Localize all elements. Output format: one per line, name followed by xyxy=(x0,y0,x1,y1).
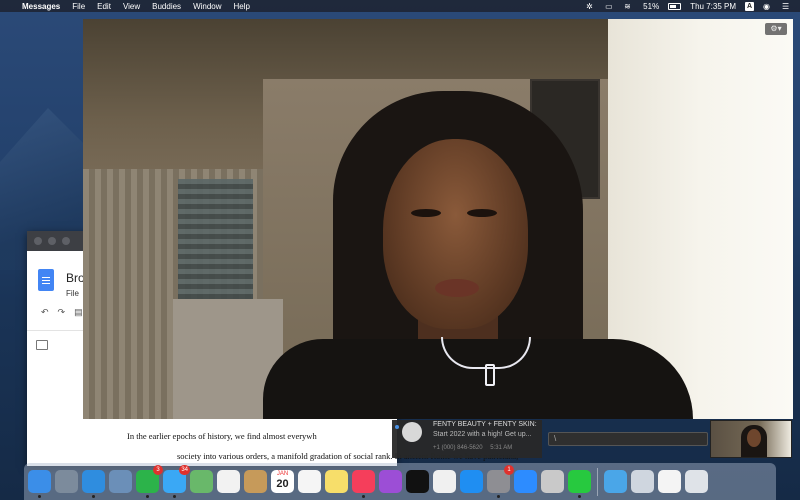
participant-pendant xyxy=(485,364,495,386)
facetime-icon[interactable]: 3 xyxy=(136,465,163,498)
gear-icon[interactable]: ⚙▾ xyxy=(765,23,787,35)
notification-badge: 1 xyxy=(504,465,514,475)
menu-app-name[interactable]: Messages xyxy=(16,2,66,11)
safari-icon[interactable] xyxy=(82,470,105,498)
running-indicator xyxy=(38,495,41,498)
notification-time: 5:31 AM xyxy=(490,445,513,451)
notification-badge: 34 xyxy=(179,465,190,475)
running-indicator xyxy=(173,495,176,498)
launchpad-icon[interactable] xyxy=(55,470,78,493)
preview-icon[interactable] xyxy=(109,470,132,493)
document-icon[interactable] xyxy=(658,470,681,493)
participant-lips xyxy=(435,279,479,297)
notification-badge: 3 xyxy=(153,465,163,475)
video-curtain-panel xyxy=(178,179,253,299)
wifi-icon[interactable]: ≋ xyxy=(624,2,634,11)
notes-icon[interactable] xyxy=(325,470,348,493)
reply-input[interactable]: \ xyxy=(548,432,708,446)
running-indicator xyxy=(497,495,500,498)
self-preview[interactable] xyxy=(710,420,792,458)
messages-icon[interactable]: 34 xyxy=(163,465,190,498)
battery-percent[interactable]: 51% xyxy=(643,2,659,11)
notification-meta: +1 (000) 846-5620 5:31 AM xyxy=(433,445,512,451)
battery-icon[interactable] xyxy=(668,2,682,10)
image-capture-icon[interactable] xyxy=(541,470,564,493)
input-source-icon[interactable]: A xyxy=(745,1,754,11)
news-icon[interactable] xyxy=(433,470,456,493)
calendar-day: 20 xyxy=(276,478,289,490)
dock-separator xyxy=(597,467,598,496)
menu-bar: Messages File Edit View Buddies Window H… xyxy=(0,0,800,12)
menu-help[interactable]: Help xyxy=(228,2,256,11)
photos-icon[interactable] xyxy=(217,470,240,493)
maps-icon[interactable] xyxy=(190,470,213,493)
undo-icon[interactable]: ↶ xyxy=(41,307,49,318)
close-button[interactable] xyxy=(34,237,42,245)
dock: 3 34 JAN 20 1 xyxy=(24,463,776,500)
music-icon[interactable] xyxy=(352,470,375,498)
redo-icon[interactable]: ↷ xyxy=(58,307,66,318)
preview-face xyxy=(747,429,761,447)
menu-edit[interactable]: Edit xyxy=(91,2,117,11)
siri-icon[interactable]: ◉ xyxy=(763,2,773,11)
facetime-call-icon[interactable] xyxy=(568,470,591,498)
help-icon[interactable] xyxy=(631,470,654,493)
contacts-icon[interactable] xyxy=(244,470,267,493)
contact-avatar-icon xyxy=(402,422,422,442)
running-indicator xyxy=(146,495,149,498)
menu-view[interactable]: View xyxy=(117,2,146,11)
menu-clock[interactable]: Thu 7:35 PM xyxy=(690,2,736,11)
minimize-button[interactable] xyxy=(48,237,56,245)
doc-menu-file[interactable]: File xyxy=(66,289,79,298)
trash-icon[interactable] xyxy=(685,470,708,493)
calendar-icon[interactable]: JAN 20 xyxy=(271,470,294,493)
status-icon[interactable]: ✲ xyxy=(586,2,596,11)
notification-title: FENTY BEAUTY + FENTY SKIN: xyxy=(433,421,537,428)
notification-sender: +1 (000) 846-5620 xyxy=(433,445,483,451)
notification-banner[interactable]: FENTY BEAUTY + FENTY SKIN: Start 2022 wi… xyxy=(392,420,542,458)
notification-body: Start 2022 with a high! Get up... xyxy=(433,431,532,438)
zoom-icon[interactable] xyxy=(514,470,537,493)
menu-buddies[interactable]: Buddies xyxy=(146,2,187,11)
calendar-month: JAN xyxy=(276,471,289,477)
participant-face xyxy=(383,139,528,329)
print-icon[interactable]: ▤ xyxy=(74,307,83,318)
doc-toolbar: ↶ ↷ ▤ xyxy=(41,307,83,318)
video-call-window[interactable]: ⚙▾ xyxy=(83,19,793,419)
menu-file[interactable]: File xyxy=(66,2,91,11)
unread-dot xyxy=(395,425,399,429)
app-store-icon[interactable] xyxy=(460,470,483,493)
running-indicator xyxy=(362,495,365,498)
airplay-icon[interactable]: ▭ xyxy=(605,2,615,11)
tv-icon[interactable] xyxy=(406,470,429,493)
zoom-button[interactable] xyxy=(62,237,70,245)
running-indicator xyxy=(578,495,581,498)
outline-icon[interactable] xyxy=(36,340,48,350)
menu-window[interactable]: Window xyxy=(187,2,227,11)
doc-title[interactable]: Bro xyxy=(66,271,85,285)
running-indicator xyxy=(92,495,95,498)
reminders-icon[interactable] xyxy=(298,470,321,493)
participant-eye xyxy=(467,209,497,217)
participant-eye xyxy=(411,209,441,217)
system-preferences-icon[interactable]: 1 xyxy=(487,465,514,498)
finder-icon[interactable] xyxy=(28,470,51,498)
downloads-folder-icon[interactable] xyxy=(604,470,627,493)
doc-body-line: In the earlier epochs of history, we fin… xyxy=(127,431,317,441)
podcasts-icon[interactable] xyxy=(379,470,402,493)
google-docs-icon[interactable] xyxy=(38,269,54,291)
notification-center-icon[interactable]: ☰ xyxy=(782,2,792,11)
